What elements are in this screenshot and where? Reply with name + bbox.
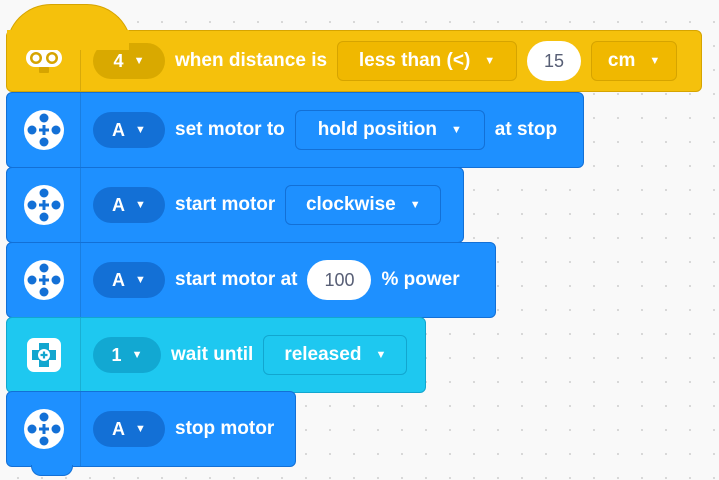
unit-value: cm — [607, 50, 636, 71]
motor-icon-cell — [7, 93, 81, 167]
port-value: 1 — [111, 344, 122, 365]
block-label: stop motor — [175, 418, 275, 439]
port-value: A — [112, 418, 126, 439]
chevron-down-icon: ▼ — [375, 349, 387, 361]
sensor-state-value: released — [284, 344, 362, 365]
chevron-down-icon: ▼ — [135, 423, 146, 435]
port-selector[interactable]: A ▼ — [93, 187, 165, 223]
chevron-down-icon: ▼ — [409, 199, 421, 211]
port-selector[interactable]: A ▼ — [93, 411, 165, 447]
block-label: wait until — [171, 344, 254, 365]
port-selector[interactable]: A ▼ — [93, 262, 165, 298]
block-label: set motor to — [175, 119, 285, 140]
port-value: A — [112, 194, 126, 215]
block-suffix: % power — [381, 269, 460, 290]
distance-sensor-icon — [25, 49, 62, 73]
hat-cap-join — [7, 30, 129, 50]
motor-icon — [23, 260, 64, 300]
block-bottom-notch — [31, 465, 73, 476]
chevron-down-icon: ▼ — [450, 124, 462, 136]
motor-icon — [23, 409, 64, 449]
motor-icon — [23, 185, 64, 225]
wait-until-block[interactable]: 1 ▼ wait until released ▼ — [6, 317, 426, 393]
chevron-down-icon: ▼ — [135, 199, 146, 211]
force-sensor-icon — [26, 338, 61, 372]
block-suffix: at stop — [494, 119, 558, 140]
motor-icon — [23, 110, 64, 150]
stop-action-dropdown[interactable]: hold position ▼ — [294, 110, 485, 150]
motor-icon-cell — [7, 392, 81, 466]
chevron-down-icon: ▼ — [649, 55, 661, 67]
direction-value: clockwise — [305, 194, 396, 215]
comparator-dropdown[interactable]: less than (<) ▼ — [337, 41, 518, 81]
port-selector[interactable]: 1 ▼ — [93, 337, 161, 373]
unit-dropdown[interactable]: cm ▼ — [591, 41, 678, 81]
force-sensor-icon-cell — [7, 318, 81, 392]
set-motor-stop-block[interactable]: A ▼ set motor to hold position ▼ at stop — [6, 92, 584, 168]
block-label: when distance is — [175, 50, 328, 71]
port-value: 4 — [113, 50, 124, 71]
port-value: A — [112, 269, 126, 290]
start-motor-direction-block[interactable]: A ▼ start motor clockwise ▼ — [6, 167, 464, 243]
stop-action-value: hold position — [317, 119, 437, 140]
port-value: A — [112, 119, 126, 140]
motor-icon-cell — [7, 168, 81, 242]
power-value-input[interactable]: 100 — [307, 260, 372, 300]
block-label: start motor — [175, 194, 276, 215]
direction-dropdown[interactable]: clockwise ▼ — [285, 185, 442, 225]
block-label: start motor at — [175, 269, 298, 290]
chevron-down-icon: ▼ — [131, 349, 143, 361]
sensor-state-dropdown[interactable]: released ▼ — [263, 335, 408, 375]
motor-icon-cell — [7, 243, 81, 317]
distance-value-input[interactable]: 15 — [527, 41, 582, 81]
chevron-down-icon: ▼ — [133, 55, 145, 67]
stop-motor-block[interactable]: A ▼ stop motor — [6, 391, 296, 476]
chevron-down-icon: ▼ — [484, 55, 496, 67]
comparator-value: less than (<) — [358, 50, 471, 71]
start-motor-power-block[interactable]: A ▼ start motor at 100 % power — [6, 242, 496, 318]
chevron-down-icon: ▼ — [135, 274, 146, 286]
chevron-down-icon: ▼ — [135, 124, 146, 136]
port-selector[interactable]: A ▼ — [93, 112, 165, 148]
